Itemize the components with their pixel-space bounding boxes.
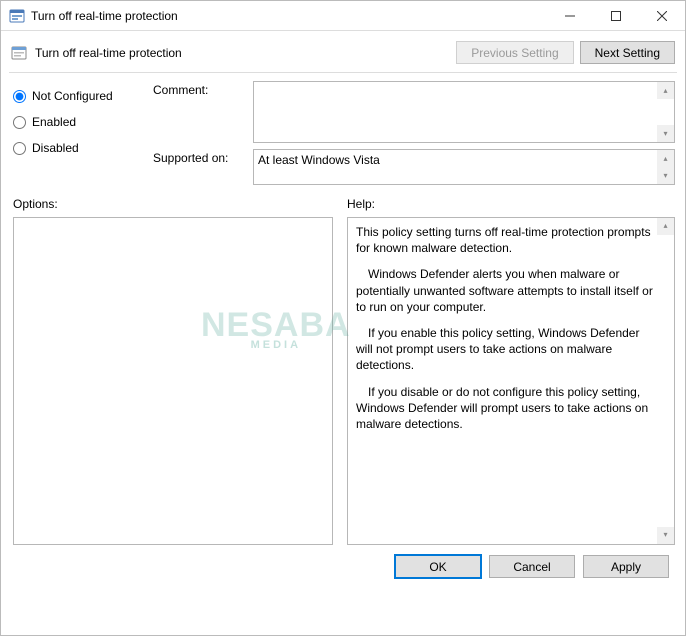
comment-label: Comment: [153, 81, 243, 145]
dialog-footer: OK Cancel Apply [1, 545, 685, 588]
scroll-down-icon[interactable]: ▾ [657, 167, 674, 184]
comment-field[interactable]: ▴ ▾ [253, 81, 675, 143]
minimize-button[interactable] [547, 1, 593, 31]
title-bar: Turn off real-time protection [1, 1, 685, 31]
options-panel [13, 217, 333, 545]
comment-scrollbar[interactable]: ▴ ▾ [657, 82, 674, 142]
close-button[interactable] [639, 1, 685, 31]
help-scrollbar[interactable]: ▴ ▾ [657, 218, 674, 544]
supported-field: At least Windows Vista ▴ ▾ [253, 149, 675, 185]
dialog-header: Turn off real-time protection Previous S… [1, 31, 685, 72]
ok-button[interactable]: OK [395, 555, 481, 578]
radio-not-configured-label: Not Configured [32, 89, 113, 103]
help-p2: Windows Defender alerts you when malware… [356, 266, 654, 315]
apply-button[interactable]: Apply [583, 555, 669, 578]
panels: This policy setting turns off real-time … [1, 215, 685, 545]
settings-grid: Not Configured Enabled Disabled Comment:… [1, 73, 685, 189]
state-radios: Not Configured Enabled Disabled [13, 81, 143, 185]
help-p4: If you disable or do not configure this … [356, 384, 654, 433]
field-values: ▴ ▾ At least Windows Vista ▴ ▾ [253, 81, 675, 185]
radio-not-configured[interactable]: Not Configured [13, 83, 143, 109]
supported-scrollbar[interactable]: ▴ ▾ [657, 150, 674, 184]
radio-disabled-label: Disabled [32, 141, 79, 155]
maximize-button[interactable] [593, 1, 639, 31]
previous-setting-button[interactable]: Previous Setting [456, 41, 573, 64]
radio-not-configured-input[interactable] [13, 90, 26, 103]
scroll-down-icon[interactable]: ▾ [657, 125, 674, 142]
radio-enabled[interactable]: Enabled [13, 109, 143, 135]
help-panel: This policy setting turns off real-time … [347, 217, 675, 545]
next-setting-button[interactable]: Next Setting [580, 41, 675, 64]
cancel-button[interactable]: Cancel [489, 555, 575, 578]
options-label: Options: [13, 197, 333, 211]
dialog-title: Turn off real-time protection [35, 46, 450, 60]
window-title: Turn off real-time protection [31, 9, 547, 23]
help-p1: This policy setting turns off real-time … [356, 224, 654, 256]
app-icon [9, 8, 25, 24]
radio-disabled-input[interactable] [13, 142, 26, 155]
supported-label: Supported on: [153, 145, 243, 165]
radio-disabled[interactable]: Disabled [13, 135, 143, 161]
scroll-down-icon[interactable]: ▾ [657, 527, 674, 544]
help-p3: If you enable this policy setting, Windo… [356, 325, 654, 374]
scroll-up-icon[interactable]: ▴ [657, 150, 674, 167]
scroll-up-icon[interactable]: ▴ [657, 218, 674, 235]
radio-enabled-label: Enabled [32, 115, 76, 129]
help-label: Help: [347, 197, 675, 211]
policy-icon [11, 45, 27, 61]
supported-value: At least Windows Vista [258, 153, 380, 167]
scroll-up-icon[interactable]: ▴ [657, 82, 674, 99]
panel-headers: Options: Help: [1, 189, 685, 215]
radio-enabled-input[interactable] [13, 116, 26, 129]
field-labels: Comment: Supported on: [153, 81, 243, 185]
